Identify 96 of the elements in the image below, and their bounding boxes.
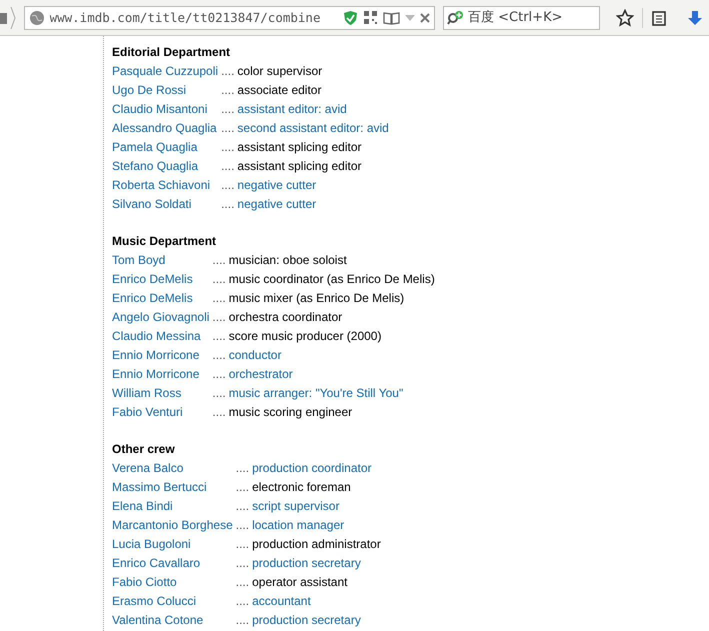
dots-separator: ....	[221, 100, 238, 119]
dots-separator: ....	[221, 196, 236, 213]
person-link[interactable]: Fabio Ciotto	[112, 573, 236, 592]
person-link[interactable]: Enrico DeMelis	[112, 270, 212, 289]
person-link[interactable]: Ennio Morricone	[112, 346, 212, 365]
person-link[interactable]: Claudio Misantoni	[112, 100, 222, 119]
dots-separator: ....	[236, 460, 250, 477]
dots-separator: ....	[212, 346, 229, 365]
role-link[interactable]: accountant	[252, 592, 381, 611]
dots-separator: ....	[212, 404, 227, 421]
role-text: music mixer (as Enrico De Melis)	[228, 290, 406, 307]
person-link[interactable]: Claudio Messina	[112, 327, 212, 346]
search-icon	[447, 10, 466, 26]
dots-separator: ....	[212, 252, 227, 269]
address-field[interactable]: www.imdb.com/title/tt0213847/combine	[24, 6, 436, 30]
person-link[interactable]: Erasmo Colucci	[112, 592, 236, 611]
url-text: www.imdb.com/title/tt0213847/combine	[50, 10, 322, 25]
role-text: operator assistant	[252, 574, 348, 591]
person-link[interactable]: Valentina Cotone	[112, 611, 236, 630]
dots-separator: ....	[221, 177, 236, 194]
dots-separator: ....	[212, 365, 229, 384]
chevron-icon	[10, 6, 16, 30]
person-link[interactable]: Silvano Soldati	[112, 195, 222, 214]
person-link[interactable]: Angelo Giovagnoli	[112, 308, 212, 327]
section-heading: Music Department	[112, 233, 218, 250]
role-link[interactable]: assistant editor: avid	[237, 100, 389, 119]
dots-separator: ....	[236, 555, 250, 572]
shield-icon[interactable]	[343, 10, 358, 26]
person-link[interactable]: Lucia Bugoloni	[112, 535, 236, 554]
dots-separator: ....	[212, 308, 229, 327]
section-heading: Editorial Department	[112, 44, 232, 61]
role-link[interactable]: location manager	[252, 516, 381, 535]
dots-separator: ....	[212, 327, 229, 346]
person-link[interactable]: Pasquale Cuzzupoli	[112, 62, 222, 81]
search-field[interactable]: 百度 <Ctrl+K>	[443, 6, 600, 30]
role-link[interactable]: negative cutter	[237, 195, 389, 214]
dots-separator: ....	[236, 612, 250, 629]
role-link[interactable]: conductor	[228, 346, 435, 365]
qr-code-icon[interactable]	[363, 10, 378, 25]
person-link[interactable]: Tom Boyd	[112, 251, 212, 270]
person-link[interactable]: Pamela Quaglia	[112, 138, 222, 157]
role-text: color supervisor	[237, 63, 324, 80]
person-link[interactable]: Marcantonio Borghese	[112, 516, 236, 535]
dots-separator: ....	[212, 385, 227, 402]
role-text: electronic foreman	[252, 479, 352, 496]
role-text: production administrator	[252, 536, 381, 553]
dots-separator: ....	[221, 119, 238, 138]
search-input[interactable]: 百度 <Ctrl+K>	[468, 10, 596, 25]
dots-separator: ....	[236, 536, 250, 553]
person-link[interactable]: William Ross	[112, 384, 212, 403]
clipboard-icon[interactable]	[650, 10, 667, 26]
person-link[interactable]: Ugo De Rossi	[112, 81, 222, 100]
dots-separator: ....	[212, 290, 227, 307]
role-text: assistant splicing editor	[237, 139, 362, 156]
globe-icon	[28, 10, 45, 26]
person-link[interactable]: Ennio Morricone	[112, 365, 212, 384]
role-text: music scoring engineer	[228, 404, 354, 421]
person-link[interactable]: Elena Bindi	[112, 497, 236, 516]
role-link[interactable]: negative cutter	[237, 176, 389, 195]
dots-separator: ....	[236, 517, 250, 534]
bookmark-star-icon[interactable]	[616, 8, 634, 26]
close-icon[interactable]	[420, 12, 430, 22]
page-icon	[0, 10, 8, 24]
person-link[interactable]: Roberta Schiavoni	[112, 176, 222, 195]
book-icon[interactable]	[383, 10, 400, 24]
role-text: assistant splicing editor	[237, 158, 362, 175]
role-link[interactable]: production secretary	[252, 554, 381, 573]
person-link[interactable]: Verena Balco	[112, 459, 236, 478]
section-heading: Other crew	[112, 441, 176, 458]
dots-separator: ....	[212, 271, 227, 288]
dots-separator: ....	[221, 62, 238, 81]
person-link[interactable]: Stefano Quaglia	[112, 157, 222, 176]
role-link[interactable]: script supervisor	[252, 497, 381, 516]
dots-separator: ....	[221, 138, 238, 157]
person-link[interactable]: Enrico DeMelis	[112, 289, 212, 308]
dots-separator: ....	[236, 574, 250, 591]
role-link[interactable]: production secretary	[252, 611, 381, 630]
role-text: musician: oboe soloist	[228, 252, 348, 269]
download-icon[interactable]	[686, 10, 703, 26]
role-text: music coordinator (as Enrico De Melis)	[228, 271, 435, 288]
dots-separator: ....	[221, 157, 238, 176]
role-link[interactable]: orchestrator	[228, 365, 435, 384]
person-link[interactable]: Alessandro Quaglia	[112, 119, 222, 138]
dots-separator: ....	[236, 498, 250, 515]
role-link[interactable]: music arranger: "You're Still You"	[228, 384, 435, 403]
role-text: associate editor	[237, 82, 322, 99]
person-link[interactable]: Enrico Cavallaro	[112, 554, 236, 573]
dots-separator: ....	[236, 593, 250, 610]
role-text: score music producer (2000)	[228, 328, 382, 345]
person-link[interactable]: Fabio Venturi	[112, 403, 212, 422]
role-link[interactable]: production coordinator	[252, 459, 381, 478]
dots-separator: ....	[236, 479, 250, 496]
role-text: orchestra coordinator	[228, 309, 344, 326]
person-link[interactable]: Massimo Bertucci	[112, 478, 236, 497]
role-link[interactable]: second assistant editor: avid	[237, 119, 389, 138]
dots-separator: ....	[221, 81, 238, 100]
